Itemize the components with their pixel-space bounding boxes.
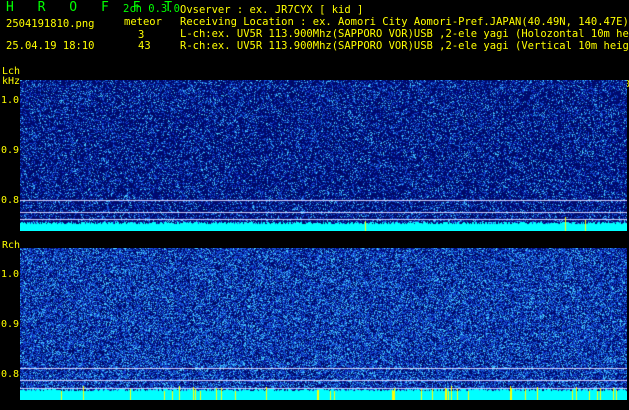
rch-spectrogram (20, 248, 627, 400)
rch-ytick-2: 0.9 (1, 319, 20, 330)
lch-ytick-1: 1.0 (1, 95, 20, 106)
meteor-label: meteor (124, 16, 162, 28)
rch-ytick-3: 0.8 (1, 369, 20, 380)
lch-ytick-3: 0.8 (1, 195, 20, 206)
lch-spectrogram (20, 80, 627, 231)
lch-ytick-2: 0.9 (1, 145, 20, 156)
meteor-rch-count: 43 (138, 40, 151, 52)
info-rch-setup: R-ch:ex. UV5R 113.900Mhz(SAPPORO VOR)USB… (180, 40, 629, 52)
version-label: 2ch 0.3.0 (123, 3, 180, 15)
info-lch-setup: L-ch:ex. UV5R 113.900Mhz(SAPPORO VOR)USB… (180, 28, 629, 40)
info-observer: Ovserver : ex. JR7CYX [ kid ] (180, 4, 364, 16)
info-location: Receiving Location : ex. Aomori City Aom… (180, 16, 629, 28)
lch-unit: kHz (2, 76, 21, 87)
rch-ytick-1: 1.0 (1, 269, 20, 280)
rch-label: Rch (2, 240, 21, 251)
filename-label: 2504191810.png (6, 18, 95, 30)
datetime-label: 25.04.19 18:10 (6, 40, 95, 52)
